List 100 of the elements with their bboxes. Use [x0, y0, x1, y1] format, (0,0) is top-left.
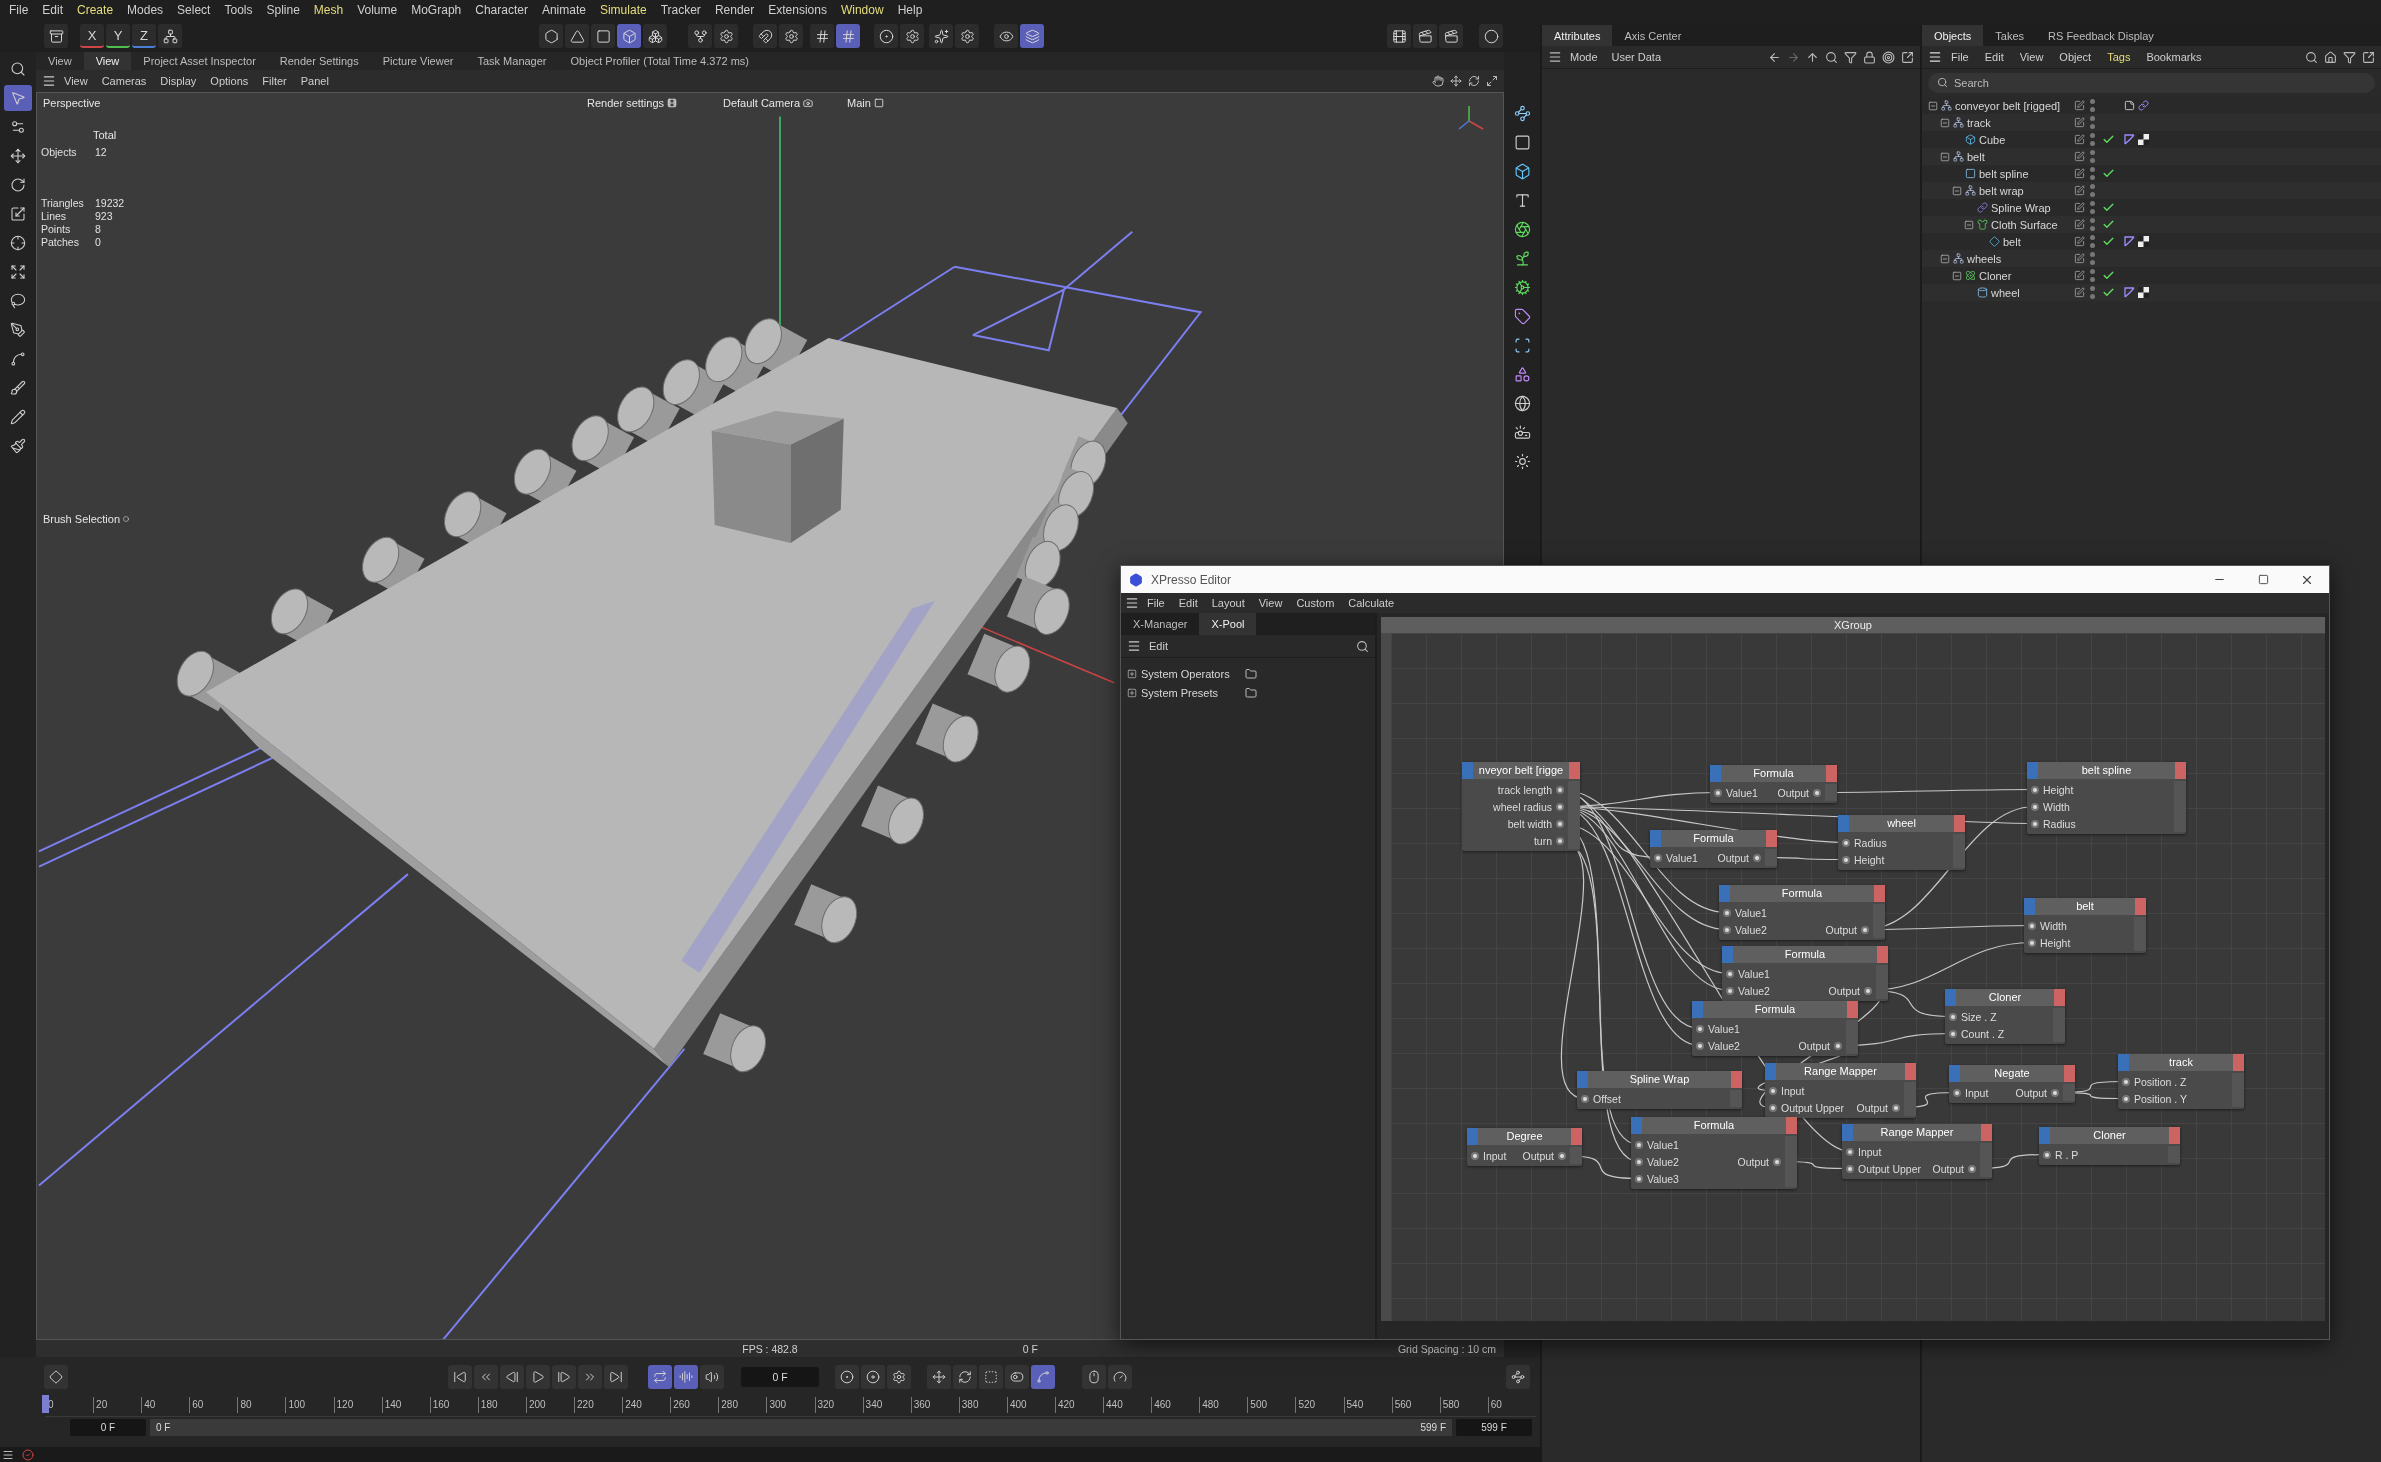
input-port[interactable]: Width [2027, 798, 2080, 815]
output-port[interactable]: wheel radius [1489, 798, 1568, 815]
menu-item[interactable]: File [1944, 51, 1976, 63]
panel-tab[interactable]: Project Asset Inspector [131, 52, 268, 70]
xpresso-node[interactable]: Range Mapper Input Output Upper Output [1842, 1124, 1992, 1179]
output-port[interactable]: Output [1824, 982, 1876, 999]
panel-tab[interactable]: Axis Center [1612, 25, 1694, 46]
menu-item[interactable]: View [58, 75, 94, 87]
input-port[interactable]: Height [2027, 781, 2080, 798]
xpresso-node[interactable]: Negate Input Output [1949, 1065, 2075, 1103]
menu-item[interactable]: Help [890, 3, 930, 17]
menu-item[interactable]: Object [2052, 51, 2099, 63]
object-name[interactable]: track [1967, 116, 1991, 129]
input-port[interactable]: Offset [1577, 1090, 1625, 1107]
menu-item[interactable]: Tags [2100, 51, 2138, 63]
object-name[interactable]: conveyor belt [rigged] [1955, 99, 2061, 112]
input-port[interactable]: Value2 [1631, 1153, 1683, 1170]
xpresso-node[interactable]: Range Mapper Input Output Upper Output [1765, 1063, 1916, 1118]
menu-item[interactable]: View [2012, 51, 2051, 63]
menu-item[interactable]: Edit [1143, 640, 1174, 652]
object-name[interactable]: wheels [1967, 252, 2002, 265]
input-port[interactable]: Position . Y [2118, 1090, 2191, 1107]
menu-item[interactable]: File [2, 3, 36, 17]
menu-item[interactable]: Extensions [761, 3, 834, 17]
panel-tab[interactable]: X-Pool [1199, 613, 1257, 635]
menu-item[interactable]: Mesh [306, 3, 351, 17]
menu-item[interactable]: Calculate [1342, 597, 1401, 609]
object-name[interactable]: Cloth Surface [1991, 218, 2058, 231]
panel-tab[interactable]: Object Profiler (Total Time 4.372 ms) [558, 52, 762, 70]
input-port[interactable]: Value2 [1692, 1037, 1744, 1054]
input-port[interactable]: R . P [2039, 1146, 2083, 1163]
panel-tab[interactable]: Takes [1983, 25, 2037, 46]
xpresso-node[interactable]: Formula Value1 Value2 Output [1722, 946, 1888, 1001]
object-name[interactable]: belt [2003, 235, 2021, 248]
menu-item[interactable]: Create [70, 3, 121, 17]
menu-item[interactable]: Character [468, 3, 535, 17]
input-port[interactable]: Height [1838, 851, 1891, 868]
xpresso-node[interactable]: Formula Value1 Output [1650, 830, 1777, 868]
render-settings-link[interactable]: Render settings [585, 97, 680, 109]
xpresso-node[interactable]: Formula Value1 Output [1710, 765, 1837, 803]
xpresso-node[interactable]: Cloner Size . Z Count . Z [1945, 989, 2065, 1044]
panel-tab[interactable]: Attributes [1542, 25, 1613, 46]
layer-link[interactable]: Main [845, 97, 886, 109]
menu-item[interactable]: Simulate [592, 3, 654, 17]
xpresso-node[interactable]: Formula Value1 Value2 Output [1719, 885, 1885, 940]
menu-item[interactable]: Options [204, 75, 255, 87]
menu-item[interactable]: Filter [256, 75, 293, 87]
output-port[interactable]: track length [1489, 781, 1568, 798]
object-name[interactable]: belt wrap [1979, 184, 2024, 197]
input-port[interactable]: Count . Z [1945, 1025, 2009, 1042]
input-port[interactable]: Output Upper [1842, 1160, 1926, 1177]
menu-item[interactable]: View [1252, 597, 1289, 609]
menu-item[interactable]: Modes [120, 3, 171, 17]
input-port[interactable]: Value1 [1631, 1136, 1683, 1153]
frame-field[interactable]: 0 F [741, 1367, 819, 1387]
output-port[interactable]: Output [1713, 849, 1765, 866]
object-name[interactable]: belt spline [1979, 167, 2029, 180]
input-port[interactable]: Input [1467, 1147, 1511, 1164]
input-port[interactable]: Radius [1838, 834, 1891, 851]
output-port[interactable]: Output [1773, 784, 1825, 801]
menu-item[interactable]: Custom [1290, 597, 1341, 609]
xpresso-node[interactable]: track Position . Z Position . Y [2118, 1054, 2244, 1109]
xpresso-node[interactable]: Cloner R . P [2039, 1127, 2180, 1165]
menu-item[interactable]: Edit [35, 3, 71, 17]
panel-tab[interactable]: RS Feedback Display [2036, 25, 2166, 46]
camera-link[interactable]: Default Camera [721, 97, 816, 109]
start-frame-field[interactable]: 0 F [70, 1418, 146, 1436]
menu-item[interactable]: Mode [1564, 51, 1604, 63]
menu-item[interactable]: Select [170, 3, 218, 17]
menu-item[interactable]: Edit [1172, 597, 1204, 609]
output-port[interactable]: turn [1489, 832, 1568, 849]
output-port[interactable]: belt width [1489, 815, 1568, 832]
xpresso-node[interactable]: nveyor belt [rigge track length wheel radius belt width turn [1462, 762, 1580, 851]
xpresso-node[interactable]: Spline Wrap Offset [1577, 1071, 1742, 1109]
output-port[interactable]: Output [1852, 1099, 1904, 1116]
xpresso-node[interactable]: Formula Value1 Value2 Output [1692, 1001, 1858, 1056]
panel-tab[interactable]: View [83, 52, 132, 70]
menu-item[interactable]: Tools [217, 3, 260, 17]
input-port[interactable]: Value2 [1719, 921, 1771, 938]
panel-tab[interactable]: Task Manager [465, 52, 559, 70]
search-field[interactable]: Search [1928, 73, 2375, 93]
input-port[interactable]: Width [2024, 917, 2075, 934]
input-port[interactable]: Value1 [1710, 784, 1762, 801]
menu-item[interactable]: Bookmarks [2139, 51, 2209, 63]
menu-item[interactable]: MoGraph [404, 3, 469, 17]
output-port[interactable]: Output [1733, 1153, 1785, 1170]
input-port[interactable]: Value1 [1692, 1020, 1744, 1037]
input-port[interactable]: Value2 [1722, 982, 1774, 999]
panel-tab[interactable]: Picture Viewer [370, 52, 466, 70]
input-port[interactable]: Size . Z [1945, 1008, 2009, 1025]
output-port[interactable]: Output [1518, 1147, 1570, 1164]
menu-item[interactable]: Volume [350, 3, 405, 17]
object-name[interactable]: belt [1967, 150, 1985, 163]
object-name[interactable]: wheel [1991, 286, 2020, 299]
axis-lock-button[interactable]: X [80, 24, 104, 48]
input-port[interactable]: Radius [2027, 815, 2080, 832]
axis-lock-button[interactable]: Z [132, 24, 156, 48]
input-port[interactable]: Input [1949, 1084, 1993, 1101]
menu-item[interactable]: Panel [294, 75, 335, 87]
xpresso-node[interactable]: Degree Input Output [1467, 1128, 1582, 1166]
